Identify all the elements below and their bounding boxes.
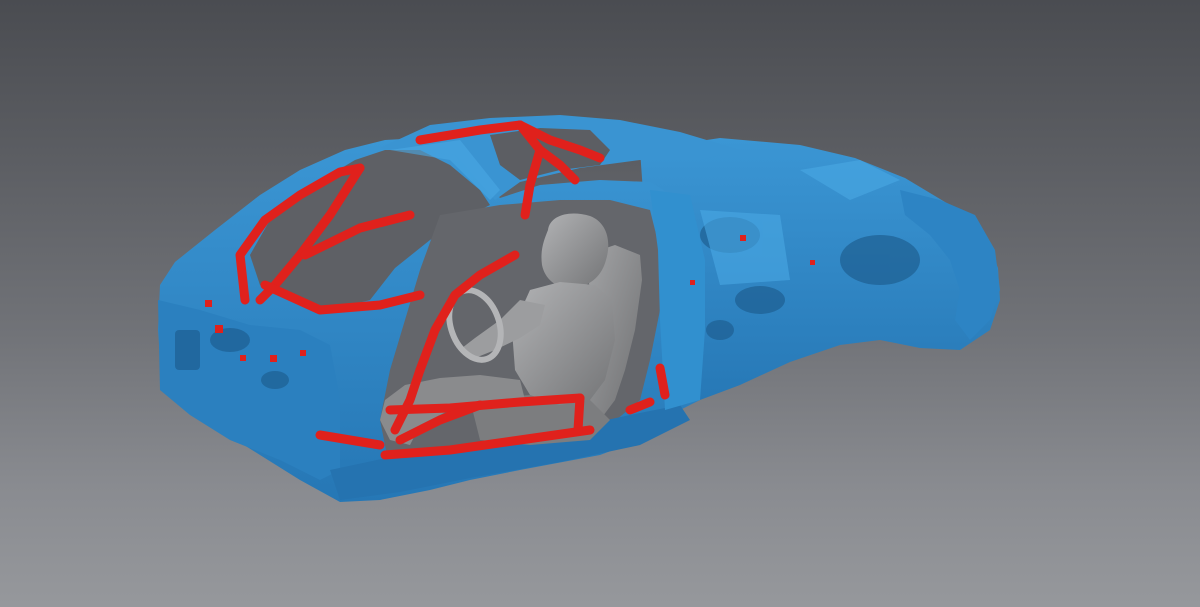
cage-rear-stay <box>573 393 585 435</box>
3d-viewport[interactable] <box>0 0 1200 607</box>
scan-scene[interactable] <box>0 0 1200 607</box>
driver-torso <box>512 282 615 405</box>
cage-rear-strut <box>655 363 670 400</box>
